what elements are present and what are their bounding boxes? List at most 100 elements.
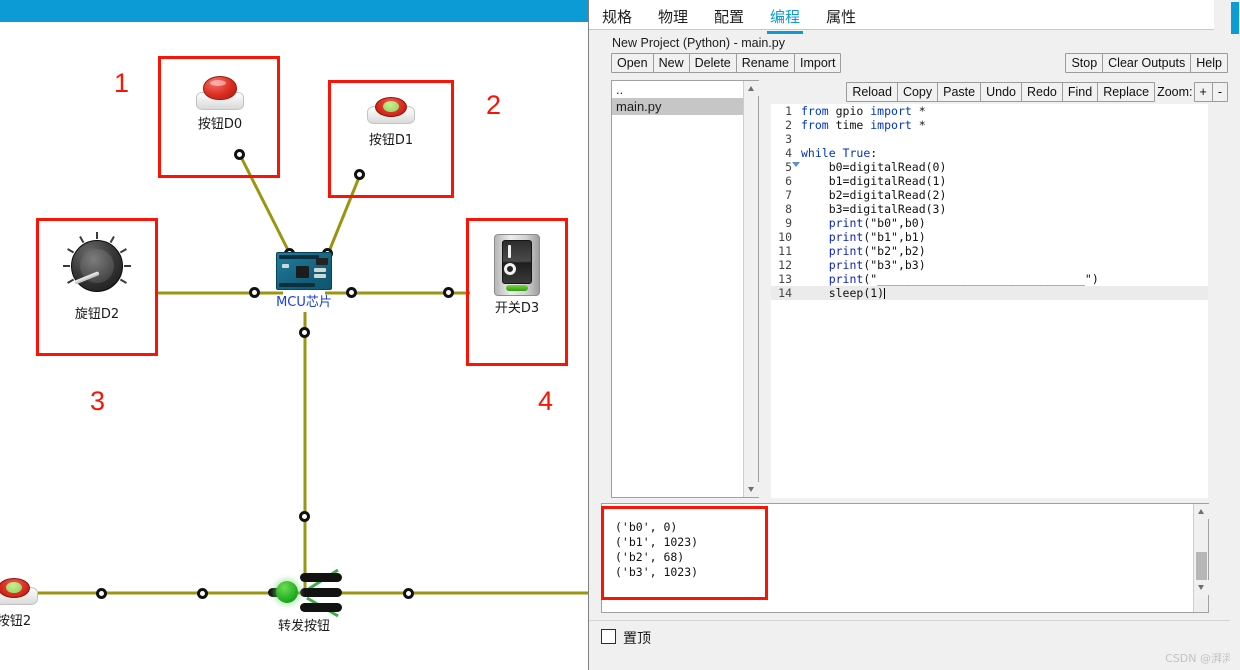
output-scrollbar[interactable] bbox=[1193, 504, 1209, 612]
scroll-down-icon[interactable] bbox=[744, 482, 759, 497]
annotation-number-3: 3 bbox=[90, 386, 106, 416]
edit-toolbar[interactable]: Reload Copy Paste Undo Redo Find Replace Zoom: +… bbox=[846, 82, 1228, 102]
code-line[interactable]: 1 from gpio import * bbox=[771, 104, 1208, 118]
wire-node[interactable] bbox=[96, 588, 107, 599]
component-label: 开关D3 bbox=[494, 301, 540, 316]
code-lines[interactable]: 1 from gpio import * 2 from time import * 3 4… bbox=[771, 104, 1208, 300]
code-line[interactable]: 4 while True: bbox=[771, 146, 1208, 167]
line-number: 3 bbox=[785, 132, 792, 146]
run-toolbar[interactable]: Stop Clear Outputs Help bbox=[1065, 53, 1228, 73]
code-line[interactable]: 6 b1=digitalRead(1) bbox=[771, 174, 1208, 188]
bottom-bar: 置顶 CSDN @湃湃 bbox=[589, 620, 1240, 670]
component-switch-d3[interactable]: 开关D3 bbox=[494, 234, 540, 316]
code-line[interactable]: 5 b0=digitalRead(0) bbox=[771, 160, 1208, 174]
zoom-in-button[interactable]: + bbox=[1193, 82, 1213, 102]
ring-button-icon bbox=[365, 94, 417, 128]
canvas-surface[interactable]: 1 按钮D0 2 按钮D1 3 旋钮D2 4 开关D3 MCU芯片 转发按钮 按… bbox=[0, 22, 588, 670]
file-toolbar[interactable]: Open New Delete Rename Import bbox=[611, 53, 842, 73]
zoom-out-button[interactable]: - bbox=[1211, 82, 1228, 102]
tab-config[interactable]: 配置 bbox=[701, 0, 757, 34]
scroll-up-icon[interactable] bbox=[1194, 504, 1209, 519]
line-number: 11 bbox=[778, 244, 792, 258]
code-line[interactable]: 12 print("b3",b3) bbox=[771, 258, 1208, 272]
scroll-down-icon[interactable] bbox=[1194, 580, 1209, 595]
stop-button[interactable]: Stop bbox=[1065, 53, 1104, 73]
tab-programming[interactable]: 编程 bbox=[757, 0, 813, 34]
reload-button[interactable]: Reload bbox=[846, 82, 898, 102]
canvas-titlebar bbox=[0, 0, 588, 22]
component-knob-d2[interactable]: 旋钮D2 bbox=[61, 230, 133, 322]
wire-node[interactable] bbox=[403, 588, 414, 599]
tab-physics[interactable]: 物理 bbox=[645, 0, 701, 34]
component-forward-button[interactable]: 转发按钮 bbox=[268, 570, 346, 634]
component-button-d0[interactable]: 按钮D0 bbox=[190, 72, 250, 132]
new-button[interactable]: New bbox=[652, 53, 690, 73]
code-line[interactable]: 3 bbox=[771, 132, 1208, 146]
code-token: ("b1",b1) bbox=[863, 230, 926, 244]
scroll-up-icon[interactable] bbox=[744, 81, 759, 96]
wire-node[interactable] bbox=[346, 287, 357, 298]
component-mcu-chip[interactable]: MCU芯片 bbox=[276, 252, 332, 310]
code-line[interactable]: 8 b3=digitalRead(3) bbox=[771, 202, 1208, 216]
file-list-item-parent[interactable]: .. bbox=[612, 81, 758, 98]
wire-node[interactable] bbox=[443, 287, 454, 298]
code-line[interactable]: 10 print("b1",b1) bbox=[771, 230, 1208, 244]
file-list-scrollbar[interactable] bbox=[743, 81, 759, 497]
code-line[interactable]: 7 b2=digitalRead(2) bbox=[771, 188, 1208, 202]
code-line[interactable]: 2 from time import * bbox=[771, 118, 1208, 132]
code-token: ("b2",b2) bbox=[863, 244, 926, 258]
code-token: ("b3",b3) bbox=[863, 258, 926, 272]
import-button[interactable]: Import bbox=[794, 53, 842, 73]
component-button-d1[interactable]: 按钮D1 bbox=[361, 94, 421, 148]
rename-button[interactable]: Rename bbox=[735, 53, 795, 73]
resize-grip-icon[interactable] bbox=[1194, 598, 1207, 611]
code-token: b0=digitalRead(0) bbox=[801, 160, 947, 174]
code-token: print bbox=[828, 272, 864, 286]
file-list-item-mainpy[interactable]: main.py bbox=[612, 98, 758, 115]
tab-specs[interactable]: 规格 bbox=[589, 0, 645, 34]
code-line[interactable]: 11 print("b2",b2) bbox=[771, 244, 1208, 258]
code-token: * bbox=[918, 104, 926, 118]
code-token: import bbox=[870, 104, 919, 118]
component-button-2[interactable]: 按钮2 bbox=[0, 575, 44, 629]
delete-button[interactable]: Delete bbox=[688, 53, 737, 73]
code-line[interactable]: 9 print("b0",b0) bbox=[771, 216, 1208, 230]
clear-outputs-button[interactable]: Clear Outputs bbox=[1102, 53, 1192, 73]
open-button[interactable]: Open bbox=[611, 53, 654, 73]
code-token: sleep bbox=[801, 286, 864, 300]
find-button[interactable]: Find bbox=[1061, 82, 1099, 102]
help-button[interactable]: Help bbox=[1190, 53, 1228, 73]
wire-node[interactable] bbox=[197, 588, 208, 599]
replace-button[interactable]: Replace bbox=[1097, 82, 1156, 102]
redo-button[interactable]: Redo bbox=[1020, 82, 1063, 102]
component-label: 转发按钮 bbox=[277, 619, 330, 634]
code-editor[interactable]: 1 from gpio import * 2 from time import * 3 4… bbox=[771, 104, 1208, 498]
paste-button[interactable]: Paste bbox=[937, 82, 982, 102]
ring-button-icon bbox=[0, 575, 40, 609]
code-line[interactable]: 13 print("______________________________… bbox=[771, 272, 1208, 286]
file-list[interactable]: .. main.py bbox=[611, 80, 759, 498]
annotation-number-1: 1 bbox=[114, 68, 130, 98]
wire-node[interactable] bbox=[249, 287, 260, 298]
code-token: from bbox=[801, 104, 836, 118]
scroll-thumb[interactable] bbox=[1231, 2, 1239, 34]
tab-bar[interactable]: 规格 物理 配置 编程 属性 bbox=[589, 0, 1214, 34]
tab-properties[interactable]: 属性 bbox=[813, 0, 869, 34]
wire-node[interactable] bbox=[299, 511, 310, 522]
component-label: 按钮2 bbox=[0, 614, 32, 629]
scroll-thumb[interactable] bbox=[1196, 552, 1207, 580]
line-number: 6 bbox=[785, 174, 792, 188]
wire-node[interactable] bbox=[299, 327, 310, 338]
code-line[interactable]: 14 sleep(1) bbox=[771, 286, 1208, 300]
copy-button[interactable]: Copy bbox=[896, 82, 939, 102]
always-on-top-checkbox[interactable] bbox=[601, 629, 616, 644]
component-label: 按钮D0 bbox=[197, 117, 243, 132]
window-scrollbar[interactable] bbox=[1230, 0, 1240, 670]
simulator-canvas-pane[interactable]: 1 按钮D0 2 按钮D1 3 旋钮D2 4 开关D3 MCU芯片 转发按钮 按… bbox=[0, 0, 588, 670]
code-token: time bbox=[835, 118, 871, 132]
undo-button[interactable]: Undo bbox=[980, 82, 1022, 102]
ide-pane[interactable]: 规格 物理 配置 编程 属性 New Project (Python) - ma… bbox=[588, 0, 1240, 670]
